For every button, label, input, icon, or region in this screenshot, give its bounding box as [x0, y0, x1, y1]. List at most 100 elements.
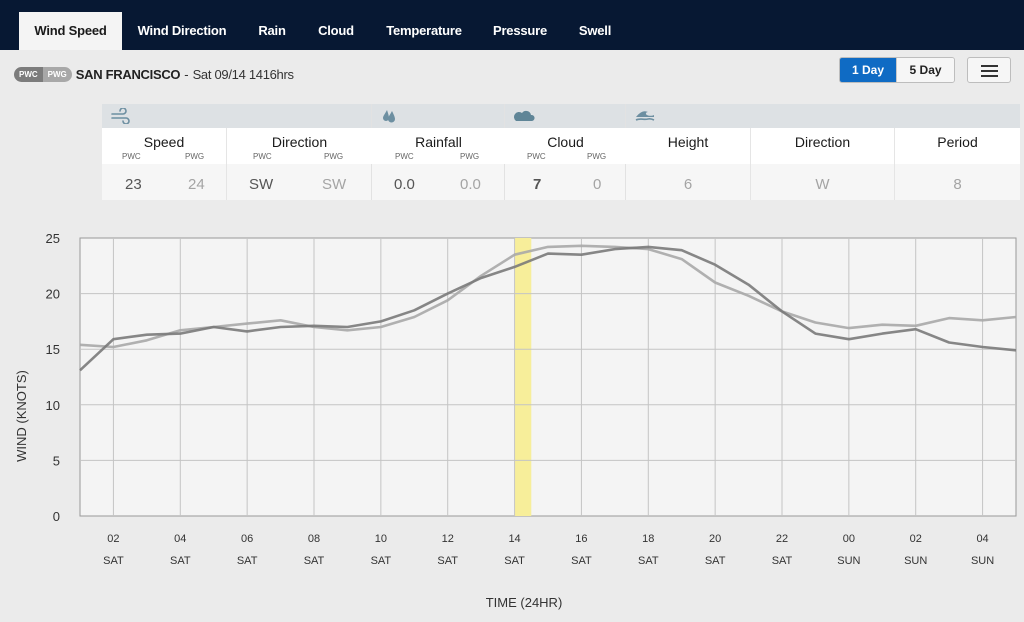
- x-tick-label: 04: [174, 533, 186, 545]
- swell-period-cell: Period 8: [895, 128, 1020, 200]
- legend-badge: PWC PWG: [14, 66, 72, 82]
- wind-group: Speed PWC PWG 23 24 Direction PWC PWG SW…: [102, 104, 372, 200]
- rain-group: Rainfall PWC PWG 0.0 0.0: [372, 104, 505, 200]
- location-name: SAN FRANCISCO: [75, 66, 181, 82]
- location-header: PWC PWG SAN FRANCISCO - Sat 09/14 1416hr…: [14, 64, 294, 84]
- y-tick-label: 5: [53, 453, 60, 468]
- wind-direction-pwg-label: PWG: [324, 152, 344, 161]
- swell-group: Height 6 Direction W Period 8: [626, 104, 1020, 200]
- y-axis-label: WIND (KNOTS): [14, 370, 29, 462]
- x-tick-day-label: SAT: [705, 555, 726, 567]
- x-tick-label: 02: [910, 533, 922, 545]
- cloud-group: Cloud PWC PWG 7 0: [505, 104, 626, 200]
- speed-title: Speed: [143, 134, 185, 150]
- y-tick-label: 0: [53, 509, 60, 524]
- wind-direction-title: Direction: [271, 134, 328, 150]
- swell-height-value: 6: [683, 176, 693, 193]
- cloud-icon: [514, 110, 535, 121]
- x-tick-day-label: SAT: [103, 555, 124, 567]
- swell-period-title: Period: [937, 134, 978, 150]
- wind-direction-pwg-value: SW: [322, 176, 347, 193]
- legend-pwc: PWC: [14, 66, 43, 82]
- current-time-highlight: [514, 238, 532, 516]
- tab-wind-direction[interactable]: Wind Direction: [132, 12, 232, 50]
- cloud-title: Cloud: [547, 134, 584, 150]
- tab-rain[interactable]: Rain: [250, 12, 294, 50]
- range-5-day-button[interactable]: 5 Day: [896, 58, 955, 82]
- top-nav: Wind Speed Wind Direction Rain Cloud Tem…: [0, 0, 1024, 50]
- tab-temperature[interactable]: Temperature: [378, 12, 470, 50]
- x-tick-day-label: SUN: [904, 555, 927, 567]
- x-axis-label: TIME (24HR): [486, 595, 563, 610]
- y-tick-label: 25: [46, 231, 60, 246]
- x-tick-label: 08: [308, 533, 320, 545]
- legend-pwg: PWG: [42, 66, 72, 82]
- swell-height-title: Height: [667, 134, 709, 150]
- x-tick-label: 20: [709, 533, 721, 545]
- x-tick-day-label: SAT: [772, 555, 793, 567]
- tab-cloud[interactable]: Cloud: [310, 12, 362, 50]
- menu-button[interactable]: [967, 57, 1011, 83]
- swell-direction-title: Direction: [794, 134, 851, 150]
- speed-pwg-value: 24: [188, 176, 205, 193]
- x-tick-label: 14: [508, 533, 520, 545]
- tab-wind-speed[interactable]: Wind Speed: [19, 12, 122, 50]
- rainfall-pwg-label: PWG: [460, 152, 480, 161]
- wind-icon: [111, 108, 130, 124]
- y-tick-label: 10: [46, 398, 60, 413]
- rainfall-cell: Rainfall PWC PWG 0.0 0.0: [372, 128, 505, 200]
- speed-pwc-value: 23: [125, 176, 142, 193]
- x-tick-label: 16: [575, 533, 587, 545]
- swell-height-cell: Height 6: [626, 128, 751, 200]
- rain-drops-icon: [383, 110, 395, 123]
- rainfall-title: Rainfall: [415, 134, 462, 150]
- speed-pwg-label: PWG: [185, 152, 205, 161]
- cloud-pwg-value: 0: [593, 176, 602, 193]
- wind-direction-pwc-label: PWC: [253, 152, 272, 161]
- x-tick-label: 00: [843, 533, 855, 545]
- location-separator: -: [184, 66, 189, 82]
- x-tick-day-label: SAT: [638, 555, 659, 567]
- x-tick-day-label: SAT: [170, 555, 191, 567]
- range-1-day-button[interactable]: 1 Day: [840, 58, 897, 82]
- x-tick-label: 18: [642, 533, 654, 545]
- cloud-cell: Cloud PWC PWG 7 0: [505, 128, 626, 200]
- x-tick-label: 04: [976, 533, 988, 545]
- cloud-pwc-label: PWC: [527, 152, 546, 161]
- range-toggle: 1 Day 5 Day: [839, 57, 956, 83]
- swell-period-value: 8: [953, 176, 962, 193]
- y-tick-label: 20: [46, 287, 60, 302]
- wind-speed-chart-svg: 0 5 10 15 20 25 02 SAT 04 SAT 06 SAT 08 SAT 10 SAT 12 SA…: [14, 231, 1017, 610]
- wind-direction-cell: Direction PWC PWG SW SW: [227, 128, 372, 200]
- rainfall-pwg-value: 0.0: [460, 176, 481, 193]
- plot-area: [79, 237, 1017, 517]
- wind-direction-pwc-value: SW: [249, 176, 274, 193]
- tab-pressure[interactable]: Pressure: [486, 12, 554, 50]
- x-tick-day-label: SUN: [837, 555, 860, 567]
- cloud-pwc-value: 7: [533, 176, 542, 193]
- x-tick-day-label: SAT: [304, 555, 325, 567]
- speed-cell: Speed PWC PWG 23 24: [102, 128, 227, 200]
- swell-direction-value: W: [815, 176, 830, 193]
- x-tick-day-label: SAT: [504, 555, 525, 567]
- x-tick-label: 10: [375, 533, 387, 545]
- x-tick-label: 22: [776, 533, 788, 545]
- x-tick-day-label: SAT: [571, 555, 592, 567]
- rainfall-pwc-label: PWC: [395, 152, 414, 161]
- x-tick-day-label: SUN: [971, 555, 994, 567]
- rainfall-pwc-value: 0.0: [394, 176, 415, 193]
- wind-speed-chart: 0 5 10 15 20 25 02 SAT 04 SAT 06 SAT 08 SAT 10 SAT 12 SA…: [0, 220, 1024, 622]
- y-tick-label: 15: [46, 342, 60, 357]
- forecast-datetime: Sat 09/14 1416hrs: [192, 66, 294, 82]
- cloud-pwg-label: PWG: [587, 152, 607, 161]
- swell-wave-icon: [635, 111, 655, 121]
- x-tick-day-label: SAT: [237, 555, 258, 567]
- x-tick-label: 02: [107, 533, 119, 545]
- x-tick-day-label: SAT: [371, 555, 392, 567]
- swell-direction-cell: Direction W: [751, 128, 895, 200]
- x-tick-day-label: SAT: [437, 555, 458, 567]
- tab-swell[interactable]: Swell: [570, 12, 620, 50]
- conditions-summary: Speed PWC PWG 23 24 Direction PWC PWG SW…: [102, 104, 1020, 200]
- x-tick-label: 12: [442, 533, 454, 545]
- speed-pwc-label: PWC: [122, 152, 141, 161]
